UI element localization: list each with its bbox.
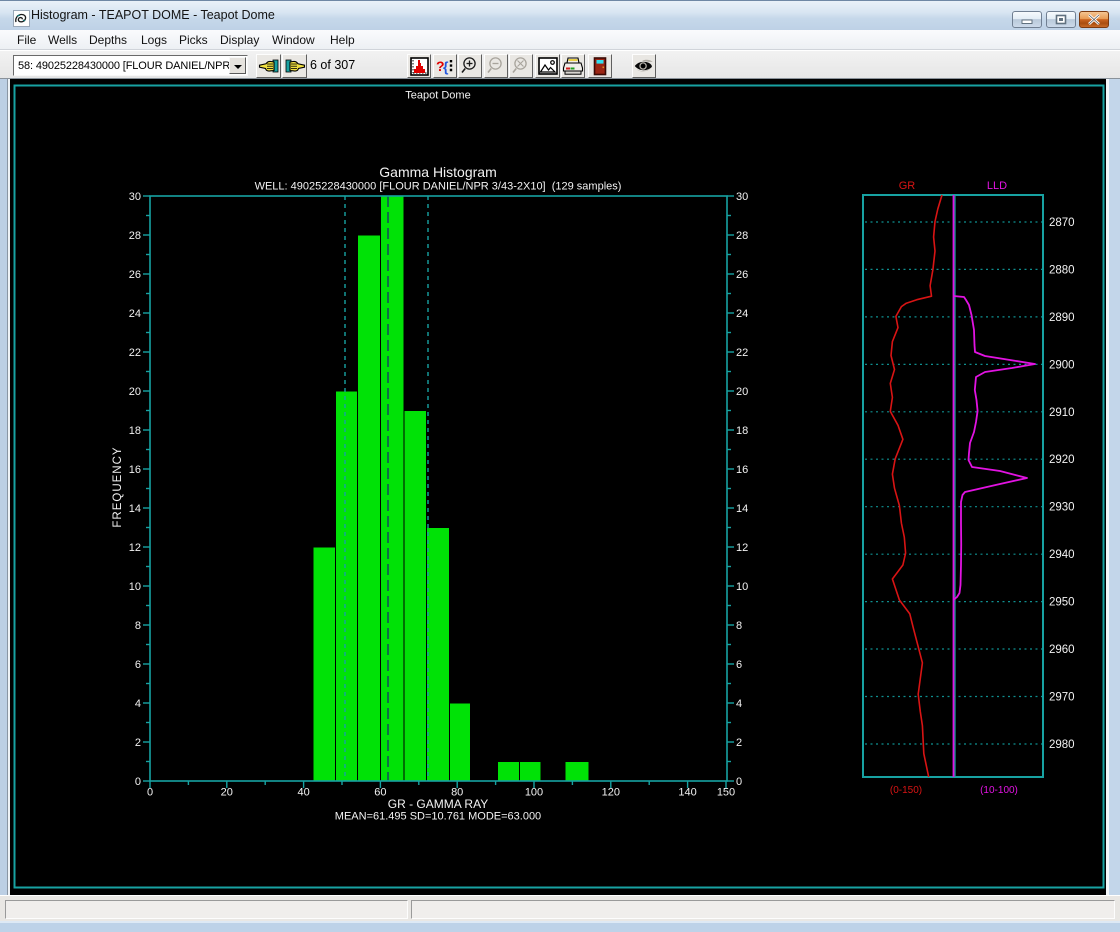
svg-text:FREQUENCY: FREQUENCY [112,446,124,527]
svg-text:2910: 2910 [1049,407,1075,419]
svg-text:20: 20 [736,386,748,398]
svg-text:8: 8 [736,620,742,632]
svg-text:4: 4 [135,698,141,710]
svg-text:2900: 2900 [1049,359,1075,371]
svg-text:2940: 2940 [1049,549,1075,561]
svg-text:2880: 2880 [1049,264,1075,276]
svg-text:0: 0 [736,776,742,788]
svg-text:2960: 2960 [1049,644,1075,656]
svg-text:2: 2 [736,737,742,749]
svg-text:12: 12 [736,542,748,554]
svg-text:10: 10 [736,581,748,593]
svg-text:22: 22 [736,347,748,359]
svg-text:4: 4 [736,698,742,710]
svg-text:14: 14 [736,503,748,515]
svg-text:140: 140 [678,787,696,799]
svg-text:120: 120 [602,787,620,799]
svg-text:GR: GR [899,180,916,192]
svg-text:30: 30 [129,191,141,203]
svg-text:WELL: 49025228430000 [FLOUR DA: WELL: 49025228430000 [FLOUR DANIEL/NPR 3… [255,181,622,193]
svg-text:18: 18 [129,425,141,437]
svg-text:2: 2 [135,737,141,749]
svg-text:2930: 2930 [1049,502,1075,514]
svg-text:18: 18 [736,425,748,437]
svg-text:24: 24 [129,308,141,320]
svg-text:150: 150 [717,787,735,799]
svg-text:LLD: LLD [987,180,1007,192]
svg-text:20: 20 [129,386,141,398]
svg-text:60: 60 [374,787,386,799]
svg-text:28: 28 [736,230,748,242]
svg-text:12: 12 [129,542,141,554]
svg-text:16: 16 [736,464,748,476]
svg-text:100: 100 [525,787,543,799]
svg-text:28: 28 [129,230,141,242]
svg-text:Teapot Dome: Teapot Dome [405,90,470,102]
svg-text:6: 6 [135,659,141,671]
svg-text:2970: 2970 [1049,692,1075,704]
svg-text:26: 26 [736,269,748,281]
svg-text:2870: 2870 [1049,217,1075,229]
svg-text:10: 10 [129,581,141,593]
svg-text:8: 8 [135,620,141,632]
svg-text:2920: 2920 [1049,454,1075,466]
svg-text:Gamma Histogram: Gamma Histogram [379,164,496,180]
svg-text:16: 16 [129,464,141,476]
svg-text:20: 20 [221,787,233,799]
svg-text:26: 26 [129,269,141,281]
svg-text:0: 0 [135,776,141,788]
svg-text:{: { [443,59,449,75]
svg-text:(10-100): (10-100) [980,785,1018,796]
svg-text:40: 40 [297,787,309,799]
svg-text:30: 30 [736,191,748,203]
svg-text:6: 6 [736,659,742,671]
svg-text:2890: 2890 [1049,312,1075,324]
svg-text:0: 0 [147,787,153,799]
svg-text:(0-150): (0-150) [890,785,922,796]
svg-text:2980: 2980 [1049,739,1075,751]
svg-text:2950: 2950 [1049,597,1075,609]
svg-text:GR - GAMMA RAY: GR - GAMMA RAY [388,797,488,811]
svg-text:MEAN=61.495 SD=10.761 MODE=63.: MEAN=61.495 SD=10.761 MODE=63.000 [335,811,541,823]
svg-text:22: 22 [129,347,141,359]
svg-text:14: 14 [129,503,141,515]
svg-text:24: 24 [736,308,748,320]
